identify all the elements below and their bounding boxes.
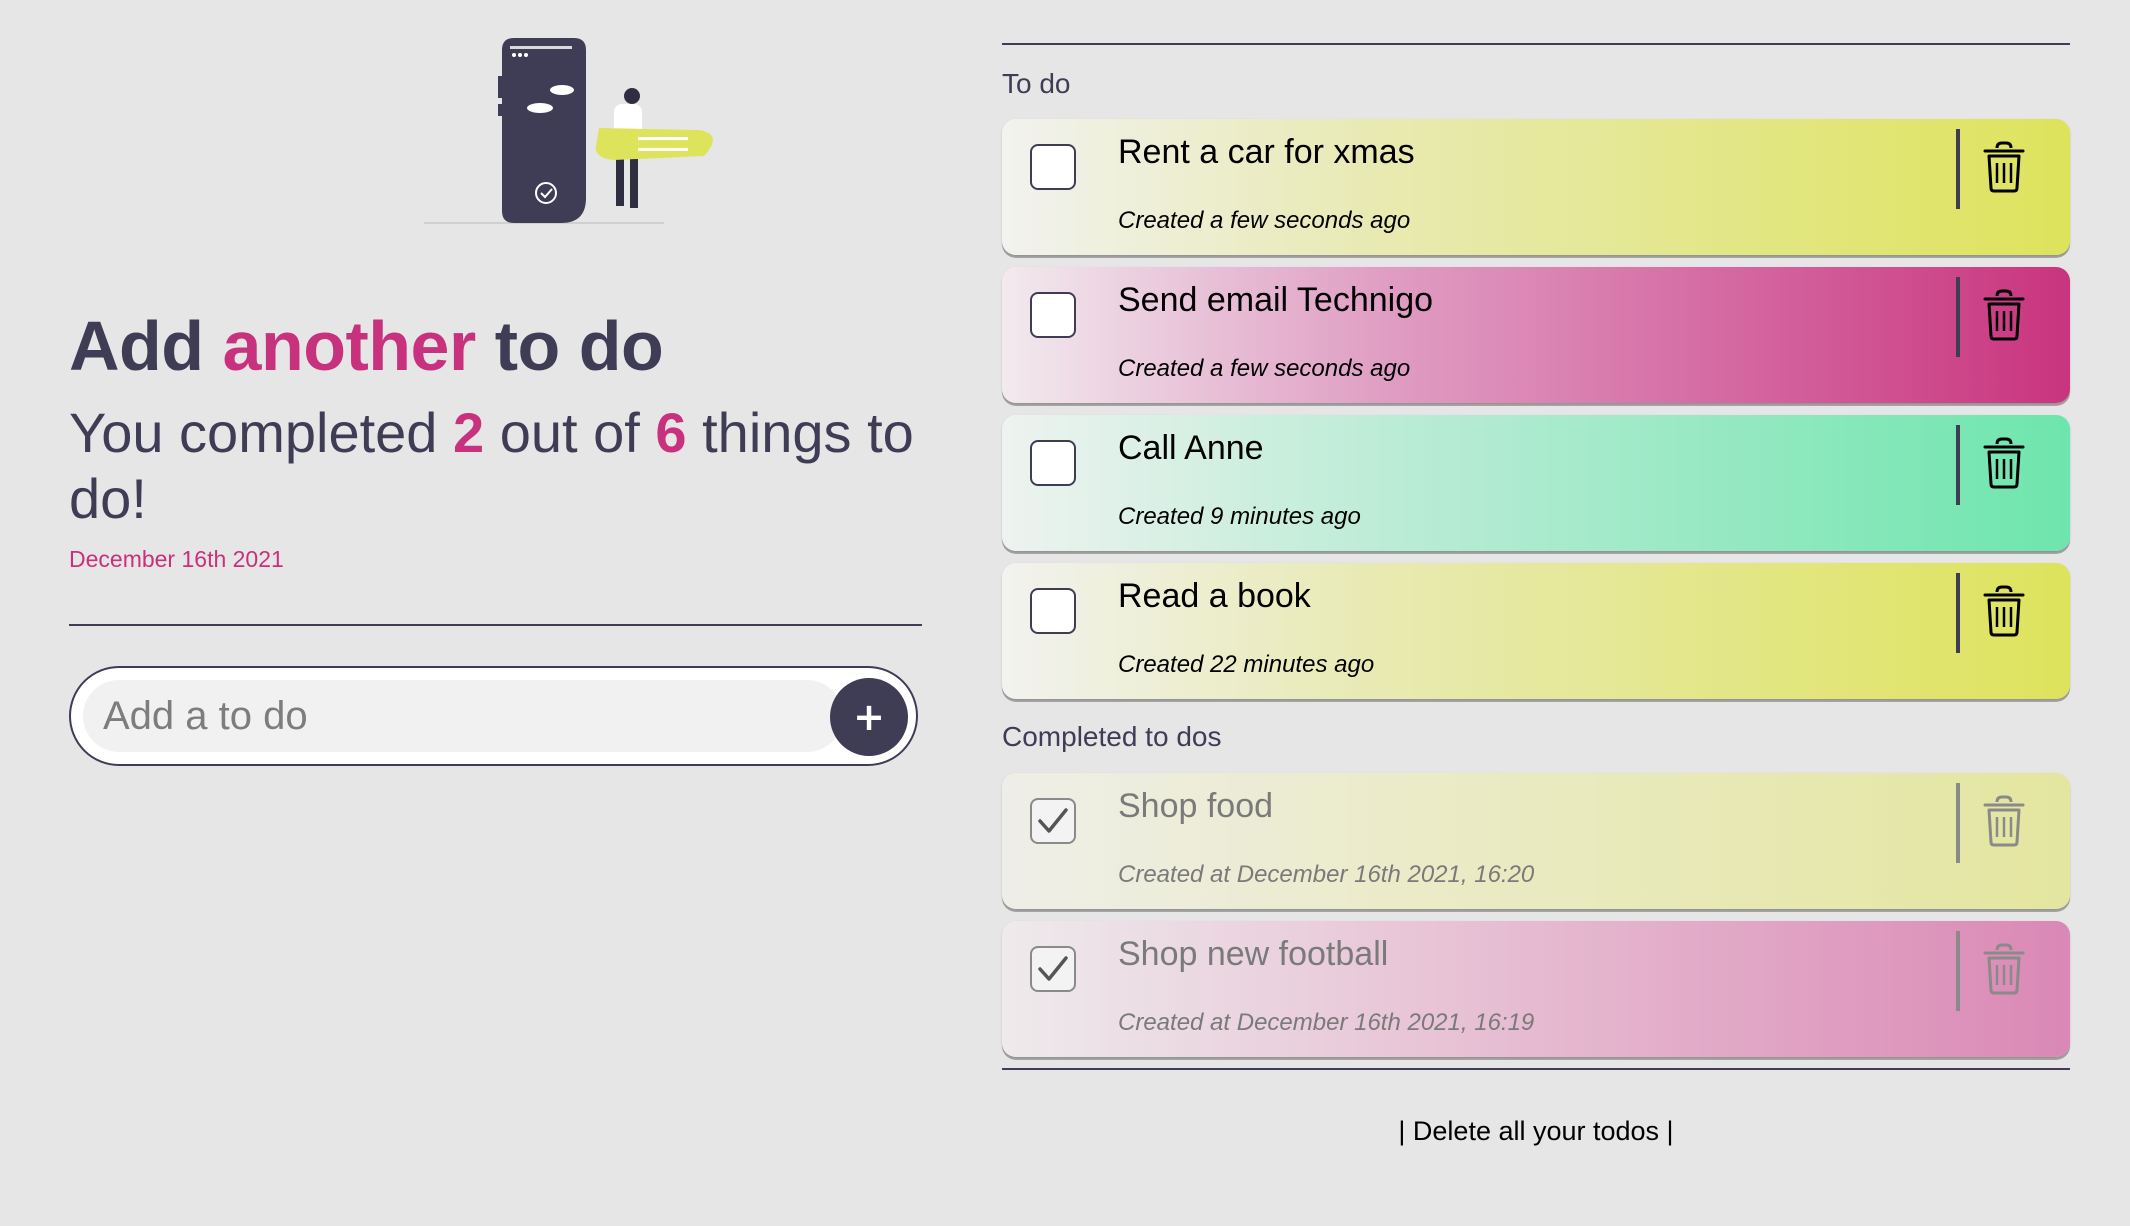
todo-checkbox-checked[interactable] (1030, 798, 1076, 844)
todo-checkbox[interactable] (1030, 440, 1076, 486)
todo-title: Read a book (1118, 577, 1311, 615)
left-panel: Add another to do You completed 2 out of… (69, 0, 922, 1226)
add-todo-form: + (69, 666, 918, 766)
summary-middle: out of (499, 401, 640, 464)
card-divider (1956, 783, 1960, 863)
phone-person-illustration (424, 38, 713, 224)
todo-title: Rent a car for xmas (1118, 133, 1415, 171)
headline-start: Add (69, 307, 204, 385)
todo-checkbox[interactable] (1030, 588, 1076, 634)
bottom-divider (1002, 1068, 2070, 1070)
card-divider (1956, 129, 1960, 209)
add-todo-input[interactable] (83, 680, 843, 752)
todo-checkbox[interactable] (1030, 292, 1076, 338)
top-divider (1002, 43, 2070, 45)
add-todo-button[interactable]: + (830, 678, 908, 756)
summary-prefix: You completed (69, 401, 438, 464)
todo-created: Created 9 minutes ago (1118, 503, 1361, 530)
checkmark-icon (1038, 956, 1068, 981)
trash-icon[interactable] (1982, 795, 2026, 847)
checkmark-icon (1038, 808, 1068, 833)
completion-summary: You completed 2 out of 6 things to do! (69, 400, 929, 532)
card-divider (1956, 277, 1960, 357)
completed-section-title: Completed to dos (1002, 721, 1222, 752)
card-divider (1956, 931, 1960, 1011)
trash-icon[interactable] (1982, 585, 2026, 637)
todo-item: Read a book Created 22 minutes ago (1002, 563, 2070, 699)
trash-icon[interactable] (1982, 141, 2026, 193)
card-divider (1956, 425, 1960, 505)
todo-created: Created a few seconds ago (1118, 355, 1411, 382)
todo-item: Call Anne Created 9 minutes ago (1002, 415, 2070, 551)
headline-end: to do (494, 307, 664, 385)
todo-checkbox[interactable] (1030, 144, 1076, 190)
todo-list-panel: To do Rent a car for xmas Created a few … (1002, 0, 2070, 1226)
todo-item: Send email Technigo Created a few second… (1002, 267, 2070, 403)
completed-todo-item: Shop food Created at December 16th 2021,… (1002, 773, 2070, 909)
current-date: December 16th 2021 (69, 546, 284, 572)
completed-todo-item: Shop new football Created at December 16… (1002, 921, 2070, 1057)
todo-title: Send email Technigo (1118, 281, 1434, 319)
page-title: Add another to do (69, 302, 664, 390)
completed-count: 2 (453, 401, 485, 464)
todo-title: Shop food (1118, 787, 1274, 825)
todo-created: Created at December 16th 2021, 16:19 (1118, 1009, 1535, 1036)
divider (69, 624, 922, 626)
todo-title: Shop new football (1118, 935, 1389, 973)
trash-icon[interactable] (1982, 437, 2026, 489)
todo-created: Created 22 minutes ago (1118, 651, 1375, 678)
todo-created: Created a few seconds ago (1118, 207, 1411, 234)
delete-all-button[interactable]: | Delete all your todos | (1002, 1116, 2070, 1147)
todo-item: Rent a car for xmas Created a few second… (1002, 119, 2070, 255)
trash-icon[interactable] (1982, 289, 2026, 341)
trash-icon[interactable] (1982, 943, 2026, 995)
todo-title: Call Anne (1118, 429, 1264, 467)
headline-accent: another (222, 307, 477, 385)
todo-created: Created at December 16th 2021, 16:20 (1118, 861, 1535, 888)
todo-section-title: To do (1002, 68, 1071, 99)
total-count: 6 (655, 401, 687, 464)
card-divider (1956, 573, 1960, 653)
todo-checkbox-checked[interactable] (1030, 946, 1076, 992)
